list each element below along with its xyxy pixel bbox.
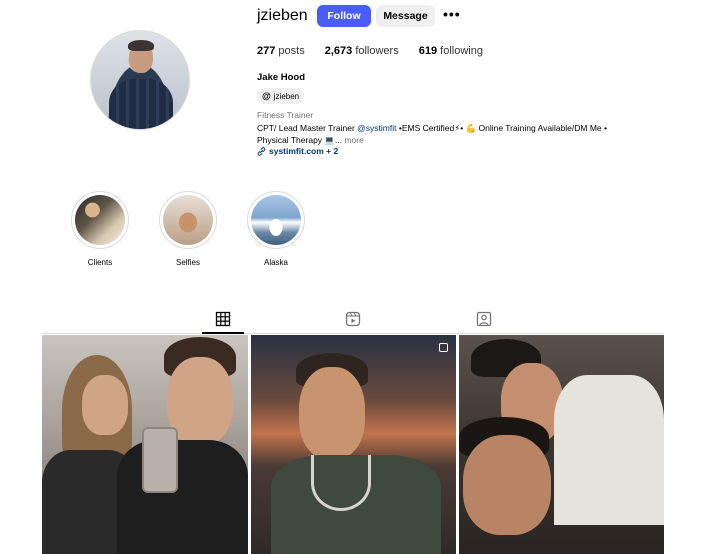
tab-posts-grid-icon[interactable] (215, 311, 231, 327)
threads-handle: jzieben (273, 91, 300, 101)
profile-category: Fitness Trainer (257, 110, 314, 120)
post-thumbnail[interactable] (459, 335, 664, 554)
posts-count: 277 (257, 45, 276, 57)
profile-full-name: Jake Hood (257, 72, 306, 83)
highlight-label: Selfies (175, 258, 200, 267)
more-options-icon[interactable]: ••• (443, 6, 461, 22)
avatar-torso (109, 79, 173, 129)
highlight-cover (75, 195, 125, 245)
post-figure (554, 375, 664, 525)
highlight-cover (251, 195, 301, 245)
highlight-clients[interactable]: Clients (70, 191, 130, 267)
highlight-label: Alaska (263, 258, 288, 267)
post-figure (299, 367, 365, 459)
highlight-cover (163, 195, 213, 245)
followers-count: 2,673 (324, 45, 353, 57)
following-count: 619 (418, 45, 438, 57)
post-figure (117, 440, 248, 554)
profile-username: jzieben (257, 7, 308, 24)
followers-stat[interactable]: 2,673 followers (325, 45, 399, 57)
bio-more-button[interactable]: more (344, 135, 363, 145)
avatar-hair (128, 40, 154, 51)
profile-external-link[interactable]: systimfit.com + 2 (257, 146, 338, 156)
tab-tagged-icon[interactable] (476, 311, 492, 327)
tabs-divider (42, 333, 664, 334)
highlight-label: Clients (87, 258, 113, 267)
profile-bio: CPT/ Lead Master Trainer @systimfit •EMS… (257, 122, 657, 146)
highlight-ring (71, 191, 129, 249)
post-thumbnail[interactable] (42, 335, 248, 554)
profile-stats: 277 posts 2,673 followers 619 following (257, 45, 503, 57)
active-tab-indicator (202, 332, 244, 334)
highlight-alaska[interactable]: Alaska (246, 191, 306, 267)
post-figure (82, 375, 128, 435)
carousel-icon (439, 343, 448, 352)
following-label: following (440, 45, 483, 57)
following-stat[interactable]: 619 following (419, 45, 483, 57)
threads-icon: @ (262, 91, 271, 101)
posts-label: posts (278, 45, 305, 57)
highlight-ring (247, 191, 305, 249)
profile-avatar[interactable] (90, 30, 190, 130)
highlight-selfies[interactable]: Selfies (158, 191, 218, 267)
chain-necklace (311, 455, 371, 511)
link-text: systimfit.com + 2 (269, 146, 339, 156)
bio-line1-suffix: •EMS Certified⚡• 💪 Online Training Avail… (396, 123, 607, 133)
bio-mention-link[interactable]: @systimfit (357, 123, 396, 133)
bio-line2: Physical Therapy 💻... (257, 135, 343, 145)
post-figure (463, 435, 551, 535)
highlight-ring (159, 191, 217, 249)
link-icon (257, 146, 266, 156)
tab-reels-icon[interactable] (345, 311, 361, 327)
message-button[interactable]: Message (376, 5, 435, 27)
post-thumbnail[interactable] (251, 335, 456, 554)
bio-line1-prefix: CPT/ Lead Master Trainer (257, 123, 358, 133)
follow-button[interactable]: Follow (317, 5, 371, 27)
followers-label: followers (355, 45, 399, 57)
threads-badge[interactable]: @ jzieben (257, 88, 305, 104)
phone-in-hand (142, 427, 178, 493)
posts-stat: 277 posts (257, 45, 305, 57)
